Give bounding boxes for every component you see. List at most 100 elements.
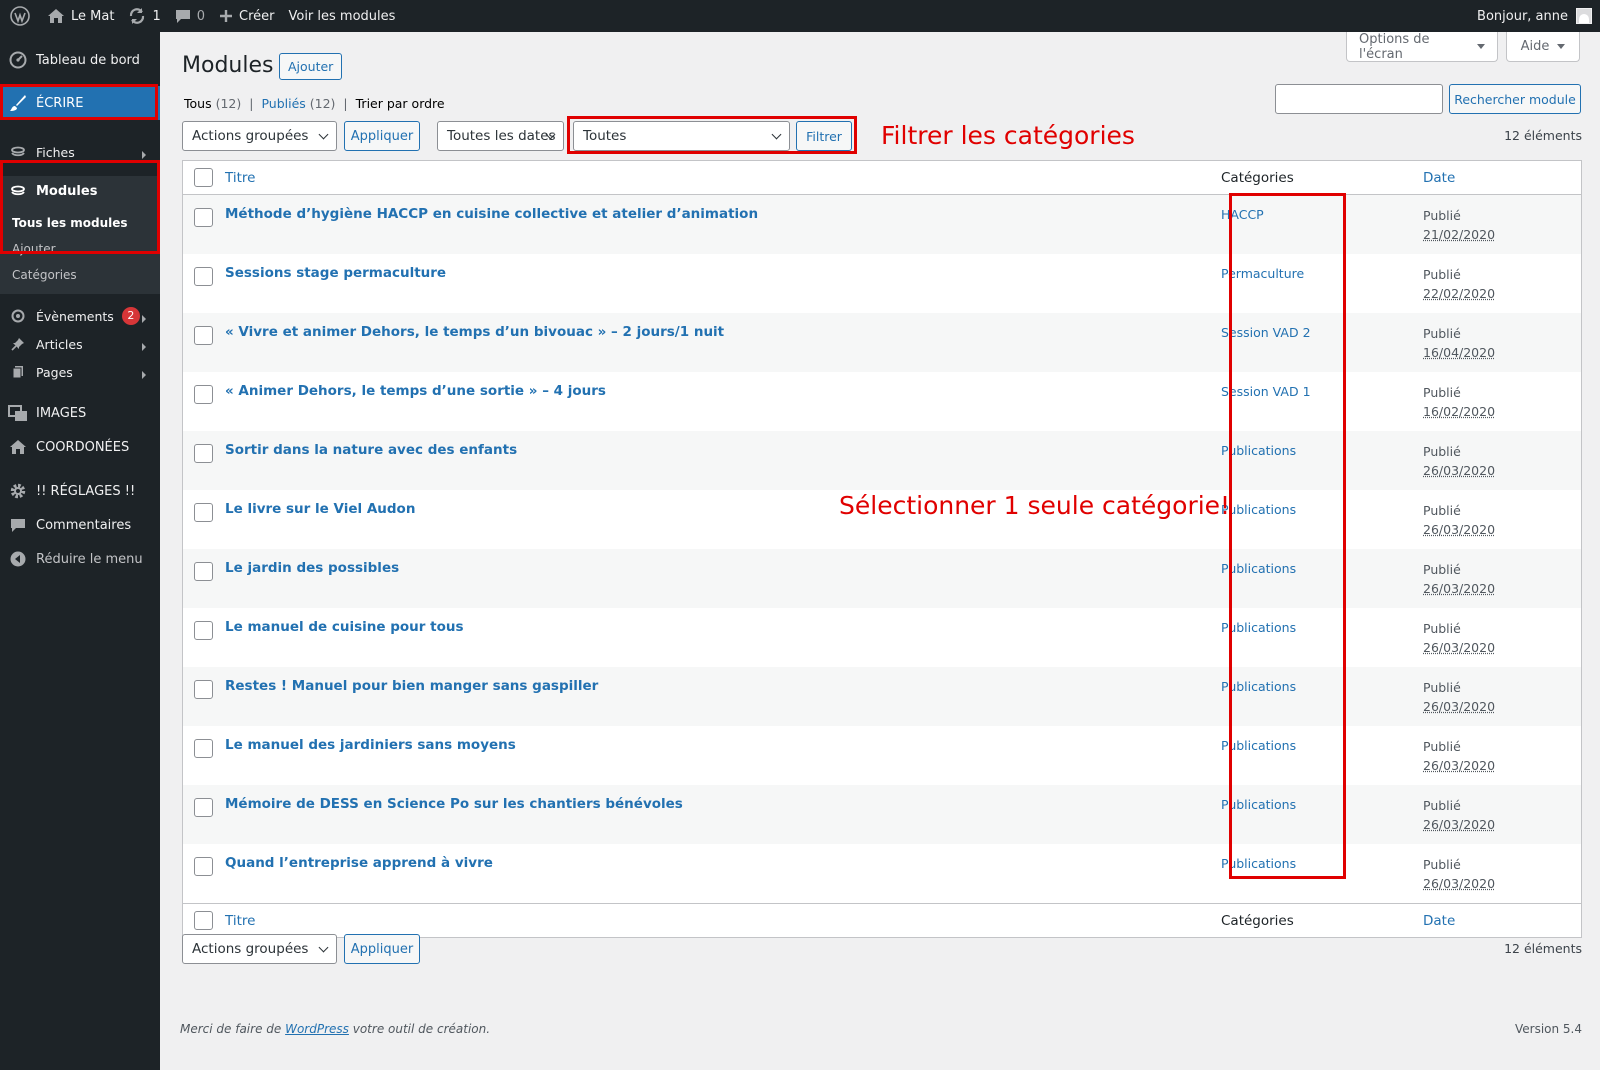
screen-options-tab[interactable]: Options de l'écran [1346,32,1498,62]
column-title-header[interactable]: Titre [225,170,255,186]
new-content-label: Créer [239,8,275,24]
row-checkbox[interactable] [194,621,213,640]
table-row: Sessions stage permaculture Permaculture P… [183,254,1581,313]
wordpress-link[interactable]: WordPress [285,1022,349,1036]
category-filter-select[interactable]: Toutes [573,121,790,151]
dashboard-gauge-icon [8,51,28,69]
row-title-link[interactable]: Restes ! Manuel pour bien manger sans ga… [225,678,598,694]
search-input[interactable] [1275,84,1443,114]
view-published-link[interactable]: Publiés (12) [261,96,335,111]
row-title-link[interactable]: « Vivre et animer Dehors, le temps d’un … [225,324,724,340]
menu-images[interactable]: IMAGES [0,396,160,430]
row-category-link[interactable]: Publications [1221,738,1296,753]
row-checkbox[interactable] [194,444,213,463]
row-title-link[interactable]: Le manuel des jardiniers sans moyens [225,737,516,753]
row-title-link[interactable]: Le jardin des possibles [225,560,399,576]
row-category-link[interactable]: Permaculture [1221,266,1304,281]
help-tab[interactable]: Aide [1506,32,1580,62]
updates-icon [128,7,146,25]
bulk-actions-select[interactable]: Actions groupées [182,121,337,151]
row-checkbox[interactable] [194,680,213,699]
column-date-footer[interactable]: Date [1423,913,1455,929]
row-category-link[interactable]: Publications [1221,679,1296,694]
bulk-actions-select-bottom[interactable]: Actions groupées [182,934,337,964]
row-category-link[interactable]: Publications [1221,502,1296,517]
menu-fiches[interactable]: Fiches [0,138,160,166]
row-category-link[interactable]: HACCP [1221,207,1264,222]
row-checkbox[interactable] [194,562,213,581]
new-content-link[interactable]: Créer [212,0,281,32]
view-all-link[interactable]: Tous (12) [184,96,241,111]
row-title-link[interactable]: Sessions stage permaculture [225,265,446,281]
sort-by-order-link[interactable]: Trier par ordre [356,96,445,111]
row-checkbox[interactable] [194,857,213,876]
row-checkbox[interactable] [194,798,213,817]
menu-write[interactable]: ÉCRIRE [0,86,160,120]
home-icon [8,439,28,455]
comment-bubble-icon [175,8,191,24]
table-row: Le manuel des jardiniers sans moyens Publ… [183,726,1581,785]
row-category-link[interactable]: Publications [1221,561,1296,576]
view-modules-link[interactable]: Voir les modules [281,0,402,32]
menu-events-label: Évènements [36,308,114,324]
greeting: Bonjour, anne [1477,8,1568,24]
item-count-top: 12 éléments [1504,128,1582,143]
row-category-link[interactable]: Publications [1221,856,1296,871]
row-title-link[interactable]: Quand l’entreprise apprend à vivre [225,855,493,871]
row-title-link[interactable]: Mémoire de DESS en Science Po sur les ch… [225,796,683,812]
select-all-checkbox-footer[interactable] [194,911,213,930]
row-category-link[interactable]: Publications [1221,797,1296,812]
bulk-actions-value: Actions groupées [192,941,309,957]
menu-modules[interactable]: Modules [0,176,160,206]
menu-collapse[interactable]: Réduire le menu [0,542,160,576]
menu-settings-label: !! RÉGLAGES !! [36,483,136,499]
search-modules-button[interactable]: Rechercher module [1449,84,1581,114]
site-name-link[interactable]: Le Mat [40,0,121,32]
menu-dashboard[interactable]: Tableau de bord [0,43,160,77]
view-all-label: Tous [184,96,212,111]
row-title-link[interactable]: Sortir dans la nature avec des enfants [225,442,517,458]
apply-button[interactable]: Appliquer [344,121,420,151]
row-category-link[interactable]: Publications [1221,443,1296,458]
row-checkbox[interactable] [194,208,213,227]
row-date: Publié 26/03/2020 [1423,737,1495,775]
row-checkbox[interactable] [194,267,213,286]
column-date-header[interactable]: Date [1423,170,1455,186]
menu-articles[interactable]: Articles [0,330,160,358]
row-date: Publié 26/03/2020 [1423,796,1495,834]
select-all-checkbox[interactable] [194,168,213,187]
menu-contacts[interactable]: COORDONÉES [0,430,160,464]
submenu-categories[interactable]: Catégories [0,262,160,288]
row-date-value: 22/02/2020 [1423,286,1496,301]
row-checkbox[interactable] [194,385,213,404]
comments-count: 0 [196,8,205,24]
chevron-down-icon [318,129,329,140]
row-title-link[interactable]: « Animer Dehors, le temps d’une sortie »… [225,383,606,399]
filter-button[interactable]: Filtrer [796,121,852,151]
menu-events[interactable]: Évènements 2 [0,302,160,330]
date-filter-select[interactable]: Toutes les dates [437,121,564,151]
my-account[interactable]: Bonjour, anne [1477,0,1592,32]
row-title-link[interactable]: Le livre sur le Viel Audon [225,501,415,517]
row-checkbox[interactable] [194,503,213,522]
wordpress-logo-icon[interactable] [0,0,40,32]
menu-collapse-label: Réduire le menu [36,551,143,567]
column-title-footer[interactable]: Titre [225,913,255,929]
add-module-button[interactable]: Ajouter [279,53,343,80]
row-title-link[interactable]: Méthode d’hygiène HACCP en cuisine colle… [225,206,758,222]
row-category-link[interactable]: Session VAD 1 [1221,384,1311,399]
submenu-add-module[interactable]: Ajouter [0,236,160,262]
comments-link[interactable]: 0 [168,0,212,32]
updates-link[interactable]: 1 [121,0,167,32]
row-checkbox[interactable] [194,326,213,345]
row-category-link[interactable]: Publications [1221,620,1296,635]
apply-button-bottom[interactable]: Appliquer [344,934,420,964]
menu-settings[interactable]: !! RÉGLAGES !! [0,474,160,508]
row-checkbox[interactable] [194,739,213,758]
submenu-all-modules[interactable]: Tous les modules [0,210,160,236]
row-category-link[interactable]: Session VAD 2 [1221,325,1311,340]
row-title-link[interactable]: Le manuel de cuisine pour tous [225,619,464,635]
menu-comments[interactable]: Commentaires [0,508,160,542]
brush-icon [8,94,28,112]
menu-pages[interactable]: Pages [0,358,160,386]
